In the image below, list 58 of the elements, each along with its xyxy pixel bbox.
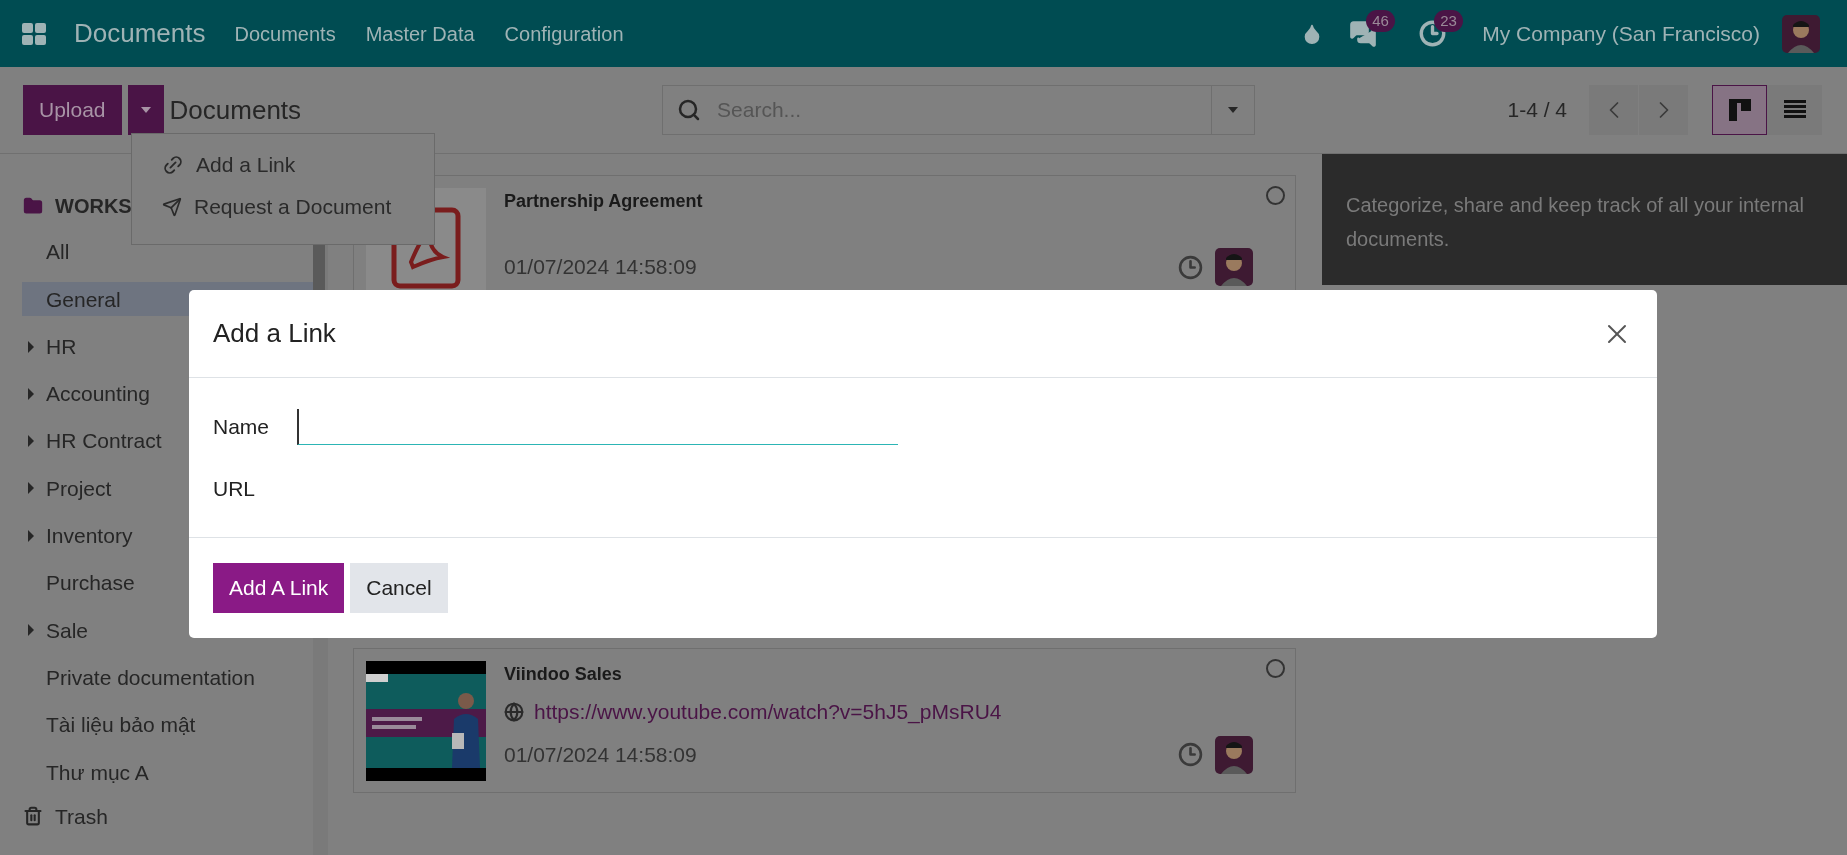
caret-icon bbox=[28, 435, 34, 448]
field-label: URL bbox=[213, 476, 256, 503]
dialog-title: Add a Link bbox=[213, 317, 336, 350]
workspace-item[interactable]: Accounting bbox=[22, 376, 313, 411]
document-url[interactable]: https://www.youtube.com/watch?v=5hJ5_pMsRU4 bbox=[534, 696, 1002, 728]
company-name[interactable]: My Company (San Francisco) bbox=[1482, 17, 1760, 50]
globe-icon bbox=[504, 701, 524, 722]
kanban-view-button[interactable] bbox=[1712, 85, 1767, 135]
document-date: 01/07/2024 14:58:09 bbox=[504, 254, 697, 281]
kanban-icon bbox=[1728, 99, 1751, 121]
workspace-item[interactable]: Tài liệu bảo mật bbox=[22, 707, 313, 742]
document-title: Viindoo Sales bbox=[504, 663, 622, 686]
search-icon bbox=[677, 98, 702, 122]
caret-icon bbox=[28, 624, 34, 637]
section-header: WORKS bbox=[55, 194, 132, 219]
apps-menu-icon[interactable] bbox=[22, 22, 46, 45]
avatar-icon bbox=[1215, 735, 1253, 774]
caret-icon bbox=[1228, 107, 1239, 113]
menu-item[interactable]: Documents bbox=[219, 18, 351, 49]
search-options-toggle[interactable] bbox=[1212, 85, 1256, 135]
field-label: Name bbox=[213, 414, 271, 441]
folder-icon bbox=[23, 196, 43, 216]
document-card[interactable]: Viindoo Sales https://www.youtube.com/watch?v=5hJ5_pMsRU4 01/07/2024 14:58:09 bbox=[353, 648, 1296, 793]
list-icon bbox=[1783, 100, 1806, 120]
workspace-item[interactable]: Inventory bbox=[22, 518, 313, 553]
paper-plane-icon bbox=[162, 197, 182, 217]
trash-icon bbox=[23, 806, 43, 827]
message-count: 46 bbox=[1366, 9, 1395, 32]
input-field[interactable] bbox=[297, 409, 898, 445]
clock-icon[interactable] bbox=[1178, 742, 1203, 767]
avatar-icon bbox=[1215, 248, 1253, 286]
list-view-button[interactable] bbox=[1767, 85, 1822, 135]
menu-item[interactable]: Master Data bbox=[350, 18, 490, 49]
menu-item[interactable]: Configuration bbox=[489, 18, 639, 49]
upload-button[interactable]: Upload bbox=[23, 85, 122, 135]
activity-count: 23 bbox=[1434, 10, 1463, 32]
workspace-item[interactable]: Thư mục A bbox=[22, 755, 313, 790]
cancel-button[interactable]: Cancel bbox=[350, 563, 448, 613]
add-link-button[interactable]: Add A Link bbox=[213, 563, 345, 613]
caret-icon bbox=[28, 482, 34, 495]
caret-icon bbox=[28, 529, 34, 542]
select-toggle[interactable] bbox=[1266, 659, 1285, 678]
upload-menu-toggle[interactable] bbox=[127, 85, 164, 135]
caret-icon bbox=[28, 387, 34, 400]
workspace-item[interactable]: Private documentation bbox=[22, 660, 313, 695]
caret-icon bbox=[28, 340, 34, 353]
pager-value: 1-4 / 4 bbox=[1507, 97, 1567, 124]
avatar-icon bbox=[1782, 14, 1820, 53]
clock-icon[interactable] bbox=[1178, 254, 1203, 280]
select-toggle[interactable] bbox=[1266, 186, 1285, 205]
breadcrumb: Documents bbox=[169, 93, 302, 127]
caret-icon bbox=[140, 107, 151, 113]
app-title[interactable]: Documents bbox=[74, 14, 206, 53]
trash-item[interactable]: Trash bbox=[55, 800, 108, 833]
help-text: Categorize, share and keep track of all your internal documents. bbox=[1346, 193, 1806, 252]
document-date: 01/07/2024 14:58:09 bbox=[504, 741, 697, 768]
workspace-item[interactable]: Sale bbox=[22, 613, 313, 648]
document-title: Partnership Agreement bbox=[504, 190, 703, 213]
